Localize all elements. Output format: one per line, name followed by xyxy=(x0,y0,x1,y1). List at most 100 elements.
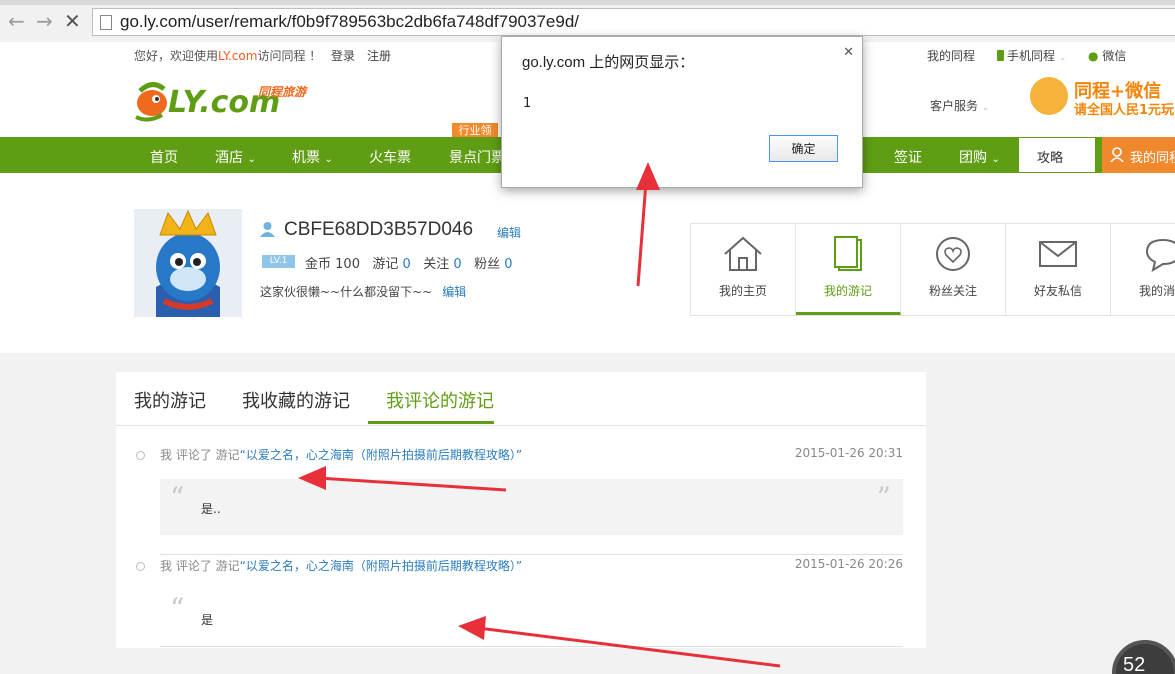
nav-train[interactable]: 火车票 xyxy=(369,147,411,167)
industry-badge: 行业领 xyxy=(452,123,498,138)
comment-quote: “ ” 是.. xyxy=(160,479,903,535)
login-link[interactable]: 登录 xyxy=(331,47,355,64)
comment-time: 2015-01-26 20:26 xyxy=(794,557,903,571)
forward-arrow-icon[interactable]: → xyxy=(36,11,53,31)
mobile-link[interactable]: 手机同程 ⌄ xyxy=(997,47,1066,64)
my-tongcheng-label: 我的同程 xyxy=(1130,151,1175,166)
tab-favorite-trips[interactable]: 我收藏的游记 xyxy=(242,387,350,413)
logo-subtitle: 同程旅游 xyxy=(258,85,307,99)
nav-hotel[interactable]: 酒店 ⌄ xyxy=(215,147,256,167)
my-tongcheng-link[interactable]: 我的同程 xyxy=(927,47,975,64)
tile-messages[interactable]: 好友私信 xyxy=(1006,224,1111,315)
alert-dialog: go.ly.com 上的网页显示： ✕ 1 确定 xyxy=(501,36,863,188)
phone-icon xyxy=(997,50,1004,61)
tab-strip xyxy=(0,0,1175,5)
quote-open-icon: “ xyxy=(170,481,185,514)
tile-my-trips-label: 我的游记 xyxy=(823,284,872,298)
trip-link[interactable]: “以爱之名，心之海南（附照片拍摄前后期教程攻略）” xyxy=(240,448,522,462)
ly-logo[interactable]: LY.com 同程旅游 xyxy=(134,77,324,125)
tile-home[interactable]: 我的主页 xyxy=(691,224,796,315)
url-text[interactable]: go.ly.com/user/remark/f0b9f789563bc2db6f… xyxy=(120,12,579,32)
promo-subtitle: 请全国人民1元玩 xyxy=(1074,103,1175,118)
level-badge: LV.1 xyxy=(262,255,295,268)
wechat-icon: ● xyxy=(1088,49,1099,63)
chevron-down-icon: ⌄ xyxy=(991,154,1000,165)
nav-tickets[interactable]: 景点门票 xyxy=(449,147,505,167)
trips-tabs: 我的游记 我收藏的游记 我评论的游记 xyxy=(116,372,926,426)
quote-close-icon: ” xyxy=(876,481,891,514)
search-box-label: 攻略 xyxy=(1037,151,1064,166)
tab-my-trips[interactable]: 我的游记 xyxy=(134,387,206,413)
avatar[interactable] xyxy=(134,209,242,317)
speed-widget[interactable]: 52 xyxy=(1112,640,1175,674)
avatar-image xyxy=(134,209,242,317)
mail-icon xyxy=(1039,241,1077,267)
profile-tiles: 我的主页 我的游记 粉丝关注 好友私信 我的消息 xyxy=(690,223,1175,316)
weixin-link[interactable]: ● 微信 xyxy=(1088,47,1126,64)
username: CBFE68DD3B57D046 xyxy=(284,219,474,240)
divider xyxy=(160,554,903,555)
comment-item: 我 评论了 游记“以爱之名，心之海南（附照片拍摄前后期教程攻略）” 2015-0… xyxy=(136,557,903,647)
tile-messages-label: 好友私信 xyxy=(1033,284,1082,298)
signature: 这家伙很懒~~什么都没留下~~ 编辑 xyxy=(260,285,467,299)
page-icon xyxy=(100,15,112,30)
tile-fans[interactable]: 粉丝关注 xyxy=(901,224,1006,315)
customer-service-link[interactable]: 客户服务 ⌄ xyxy=(930,97,989,114)
close-icon[interactable]: ✕ xyxy=(843,45,854,60)
bullet-icon xyxy=(136,562,145,571)
chevron-down-icon: ⌄ xyxy=(324,154,333,165)
trips-panel: 我的游记 我收藏的游记 我评论的游记 我 评论了 游记“以爱之名，心之海南（附照… xyxy=(116,372,926,648)
bullet-icon xyxy=(136,451,145,460)
follow-count[interactable]: 0 xyxy=(453,257,461,272)
user-icon xyxy=(260,222,275,237)
nav-visa[interactable]: 签证 xyxy=(894,147,922,167)
active-tab-indicator xyxy=(368,421,494,424)
edit-signature-link[interactable]: 编辑 xyxy=(442,285,466,299)
tab-commented-trips[interactable]: 我评论的游记 xyxy=(386,387,494,413)
comment-item: 我 评论了 游记“以爱之名，心之海南（附照片拍摄前后期教程攻略）” 2015-0… xyxy=(136,446,903,536)
tile-my-trips[interactable]: 我的游记 xyxy=(796,224,901,315)
comment-header: 我 评论了 游记“以爱之名，心之海南（附照片拍摄前后期教程攻略）” xyxy=(160,559,523,573)
heart-icon xyxy=(936,237,970,271)
nav-groupbuy[interactable]: 团购 ⌄ xyxy=(959,147,1000,167)
edit-name-link[interactable]: 编辑 xyxy=(497,224,521,241)
comment-time: 2015-01-26 20:31 xyxy=(794,446,903,460)
tile-fans-label: 粉丝关注 xyxy=(928,284,977,298)
profile-section: CBFE68DD3B57D046 编辑 LV.1 金币 100 游记 0 关注 … xyxy=(0,173,1175,353)
chevron-down-icon: ⌄ xyxy=(981,103,990,113)
trip-link[interactable]: “以爱之名，心之海南（附照片拍摄前后期教程攻略）” xyxy=(240,559,522,573)
fans-count[interactable]: 0 xyxy=(504,257,512,272)
tile-notices-label: 我的消息 xyxy=(1138,284,1175,298)
welcome-text: 您好，欢迎使用LY.com访问同程 ！ xyxy=(134,49,322,63)
user-stats: 金币 100 游记 0 关注 0 粉丝 0 xyxy=(305,257,513,272)
nav-flight[interactable]: 机票 ⌄ xyxy=(292,147,333,167)
ok-button[interactable]: 确定 xyxy=(769,135,838,162)
notebook-icon xyxy=(834,236,862,271)
user-icon xyxy=(1110,147,1124,162)
guide-search-box[interactable]: 攻略 xyxy=(1018,137,1096,173)
comment-quote: “ 是 xyxy=(160,590,903,646)
tile-notices[interactable]: 我的消息 xyxy=(1111,224,1175,315)
dialog-title: go.ly.com 上的网页显示： xyxy=(522,54,695,71)
trips-count[interactable]: 0 xyxy=(403,257,411,272)
speed-value: 52 xyxy=(1123,654,1146,674)
divider xyxy=(160,646,903,647)
comment-text: 是.. xyxy=(201,502,221,516)
my-tongcheng-button[interactable]: 我的同程 xyxy=(1102,137,1175,173)
nav-home[interactable]: 首页 xyxy=(150,147,178,167)
promo-image xyxy=(1030,77,1068,115)
promo-banner[interactable]: 同程+微信 请全国人民1元玩 xyxy=(1026,75,1175,119)
tile-home-label: 我的主页 xyxy=(718,284,767,298)
home-icon xyxy=(724,236,762,271)
chevron-down-icon: ⌄ xyxy=(247,154,256,165)
quote-open-icon: “ xyxy=(170,592,185,625)
message-icon xyxy=(1145,238,1175,272)
stop-icon[interactable]: ✕ xyxy=(64,11,81,31)
address-bar[interactable]: go.ly.com/user/remark/f0b9f789563bc2db6f… xyxy=(92,8,1175,36)
chevron-down-icon: ⌄ xyxy=(1058,53,1067,63)
comment-text: 是 xyxy=(201,613,214,627)
comment-header: 我 评论了 游记“以爱之名，心之海南（附照片拍摄前后期教程攻略）” xyxy=(160,448,523,462)
dialog-message: 1 xyxy=(523,96,532,111)
register-link[interactable]: 注册 xyxy=(367,47,391,64)
back-arrow-icon[interactable]: ← xyxy=(8,11,25,31)
